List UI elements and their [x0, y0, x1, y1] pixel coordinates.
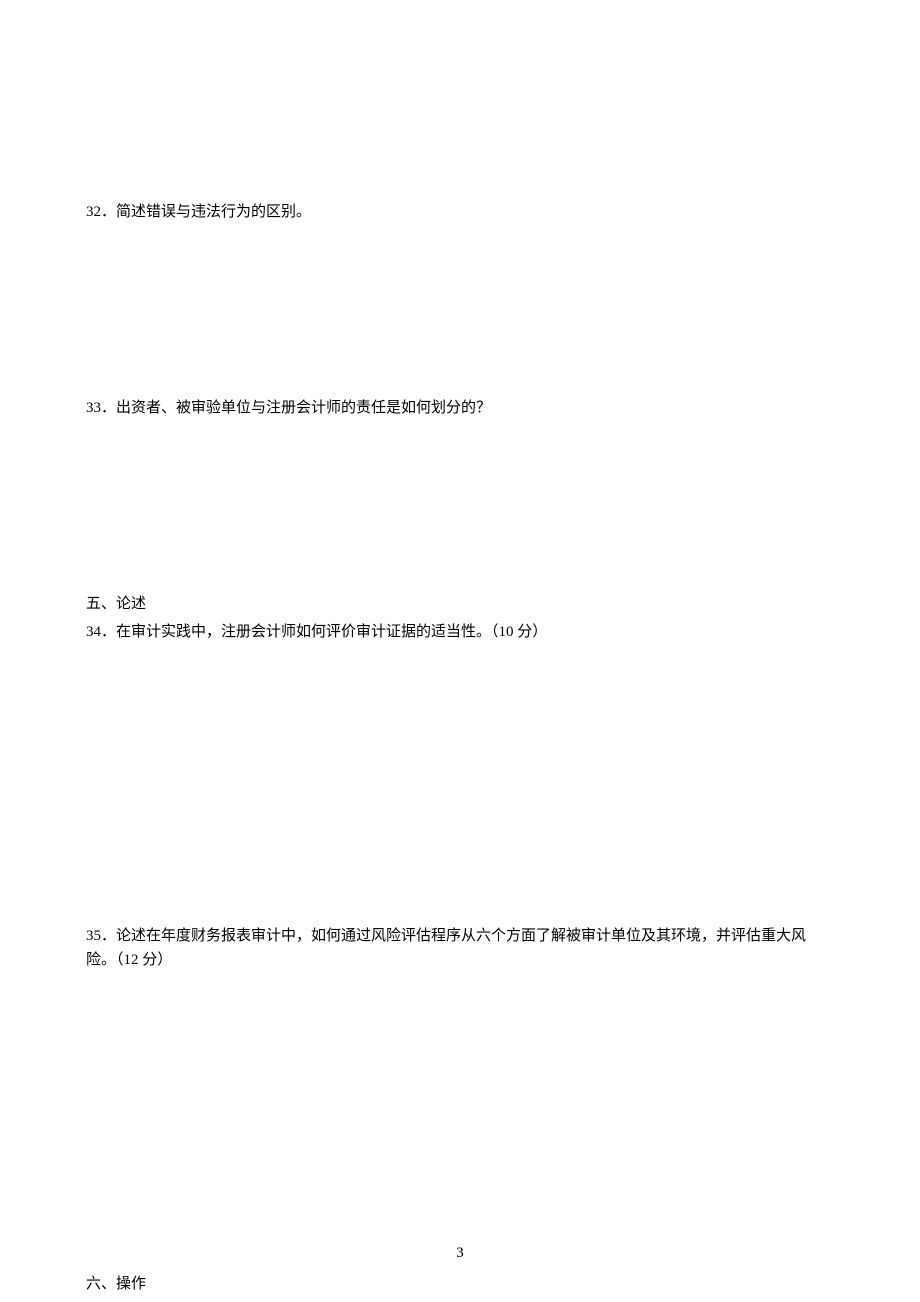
section-5-header: 五、论述: [86, 592, 834, 616]
question-33-text: 33．出资者、被审验单位与注册会计师的责任是如何划分的？: [86, 396, 834, 420]
section-6-title: 六、操作: [86, 1276, 146, 1292]
section-6-header: 六、操作: [86, 1272, 834, 1296]
question-32: 32．简述错误与违法行为的区别。: [86, 200, 834, 224]
question-35-text: 35．论述在年度财务报表审计中，如何通过风险评估程序从六个方面了解被审计单位及其…: [86, 924, 834, 972]
page-number: 3: [0, 1245, 920, 1262]
question-32-text: 32．简述错误与违法行为的区别。: [86, 200, 834, 224]
question-34-text: 34．在审计实践中，注册会计师如何评价审计证据的适当性。（10 分）: [86, 620, 834, 644]
page-content: 32．简述错误与违法行为的区别。 33．出资者、被审验单位与注册会计师的责任是如…: [0, 0, 920, 1296]
question-33: 33．出资者、被审验单位与注册会计师的责任是如何划分的？: [86, 396, 834, 420]
section-5-title: 五、论述: [86, 596, 146, 612]
question-34: 34．在审计实践中，注册会计师如何评价审计证据的适当性。（10 分）: [86, 620, 834, 644]
question-35: 35．论述在年度财务报表审计中，如何通过风险评估程序从六个方面了解被审计单位及其…: [86, 924, 834, 972]
page-number-text: 3: [456, 1245, 464, 1261]
